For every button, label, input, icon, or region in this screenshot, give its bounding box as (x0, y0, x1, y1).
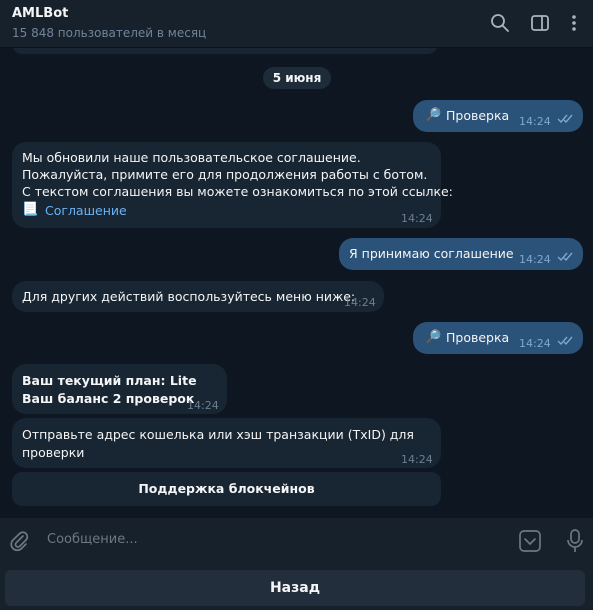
message-time: 14:24 (344, 296, 376, 309)
incoming-message[interactable]: Отправьте адрес кошелька или хэш транзак… (12, 418, 441, 468)
reply-keyboard: Назад (0, 564, 593, 610)
chat-header: AMLBot 15 848 пользователей в месяц (0, 0, 593, 48)
chat-subtitle: 15 848 пользователей в месяц (12, 26, 207, 40)
message-text: Проверка (446, 108, 510, 123)
search-icon[interactable] (489, 12, 511, 34)
message-list[interactable]: 5 июня 🔎 Проверка 14:24 Мы обновили наше… (0, 48, 593, 518)
outgoing-message[interactable]: 🔎 Проверка 14:24 (413, 100, 583, 132)
message-time: 14:24 (187, 399, 219, 412)
message-line: Пожалуйста, примите его для продолжения … (22, 167, 428, 182)
microphone-icon[interactable] (565, 528, 585, 554)
incoming-message[interactable]: Мы обновили наше пользовательское соглаш… (12, 142, 453, 228)
plan-line: Ваш текущий план: Lite (22, 373, 197, 388)
magnifier-emoji-icon: 🔎 (425, 108, 442, 123)
double-check-icon (557, 252, 573, 262)
magnifier-emoji-icon: 🔎 (425, 330, 442, 345)
attach-icon[interactable] (8, 530, 30, 552)
balance-line: Ваш баланс 2 проверок (22, 391, 195, 406)
incoming-message[interactable]: Ваш текущий план: Lite Ваш баланс 2 пров… (12, 364, 227, 414)
sidebar-toggle-icon[interactable] (529, 12, 551, 34)
double-check-icon (557, 336, 573, 346)
message-line: Отправьте адрес кошелька или хэш транзак… (22, 427, 414, 442)
message-line: Мы обновили наше пользовательское соглаш… (22, 150, 361, 165)
back-button[interactable]: Назад (5, 570, 585, 606)
message-line: проверки (22, 445, 85, 460)
message-time: 14:24 (519, 115, 551, 128)
outgoing-message[interactable]: Я принимаю соглашение 14:24 (339, 238, 583, 270)
more-vertical-icon[interactable] (565, 12, 583, 34)
message-text: Для других действий воспользуйтесь меню … (22, 289, 356, 304)
keyboard-toggle-icon[interactable] (518, 529, 542, 553)
message-line: С текстом соглашения вы можете ознакомит… (22, 184, 453, 199)
message-time: 14:24 (401, 212, 433, 225)
agreement-link[interactable]: Соглашение (45, 202, 127, 219)
outgoing-message[interactable]: 🔎 Проверка 14:24 (413, 322, 583, 354)
message-time: 14:24 (519, 253, 551, 266)
incoming-message[interactable]: Для других действий воспользуйтесь меню … (12, 281, 384, 312)
message-time: 14:24 (401, 453, 433, 466)
message-input[interactable]: Сообщение... (47, 532, 138, 547)
message-time: 14:24 (519, 337, 551, 350)
blockchain-support-button[interactable]: Поддержка блокчейнов (12, 472, 441, 506)
double-check-icon (557, 114, 573, 124)
date-separator: 5 июня (263, 67, 331, 89)
message-text: Проверка (446, 330, 510, 345)
message-composer: Сообщение... (0, 518, 593, 564)
document-emoji-icon: 📃 (22, 202, 39, 217)
chat-title[interactable]: AMLBot (12, 6, 68, 21)
previous-message-bubble (12, 48, 438, 54)
message-text: Я принимаю соглашение (349, 246, 514, 261)
